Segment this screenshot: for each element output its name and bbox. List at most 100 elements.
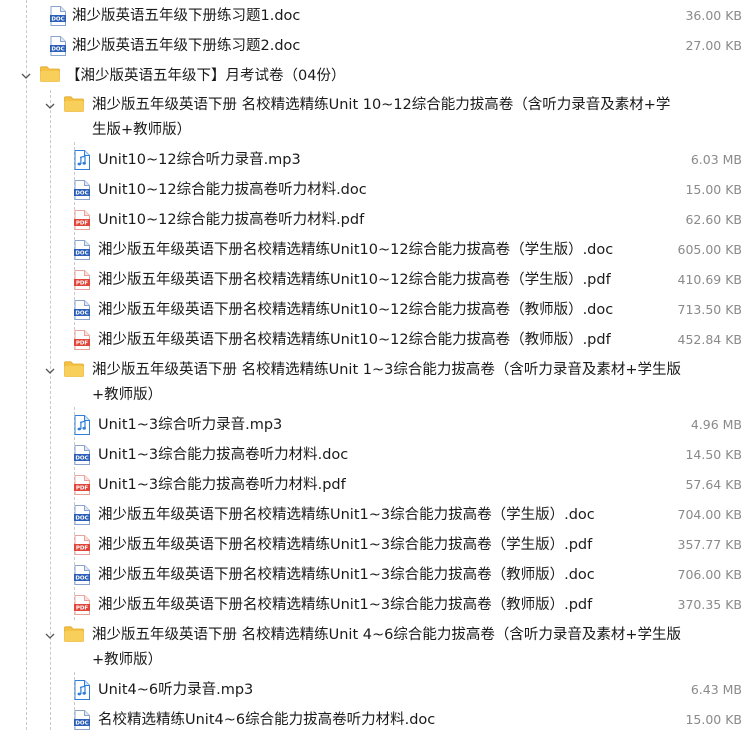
- doc-icon-label: DOC: [75, 311, 88, 317]
- folder-row-unit10-12[interactable]: 湘少版五年级英语下册 名校精选精练Unit 10~12综合能力拔高卷（含听力录音…: [0, 91, 748, 143]
- doc-icon-label: DOC: [75, 516, 88, 522]
- folder-name: 湘少版五年级英语下册 名校精选精练Unit 10~12综合能力拔高卷（含听力录音…: [92, 97, 671, 138]
- file-size: 27.00 KB: [685, 38, 742, 53]
- file-name: 湘少版五年级英语下册名校精选精练Unit10~12综合能力拔高卷（学生版）.pd…: [98, 272, 611, 288]
- file-size: 357.77 KB: [677, 537, 742, 552]
- file-name: Unit10~12综合能力拔高卷听力材料.doc: [98, 182, 367, 198]
- file-name: 湘少版五年级英语下册名校精选精练Unit1~3综合能力拔高卷（学生版）.doc: [98, 507, 595, 523]
- audio-file-icon: [74, 150, 90, 170]
- doc-icon-label: DOC: [75, 576, 88, 582]
- pdf-file-icon: PDF: [74, 535, 90, 555]
- file-row[interactable]: Unit10~12综合听力录音.mp3 6.03 MB: [0, 145, 748, 175]
- folder-name: 湘少版五年级英语下册 名校精选精练Unit 1~3综合能力拔高卷（含听力录音及素…: [92, 362, 681, 403]
- file-name: Unit1~3综合听力录音.mp3: [98, 417, 283, 433]
- file-name: 湘少版五年级英语下册名校精选精练Unit1~3综合能力拔高卷（学生版）.pdf: [98, 537, 593, 553]
- folder-icon: [64, 96, 84, 112]
- file-row[interactable]: DOC 湘少版五年级英语下册名校精选精练Unit10~12综合能力拔高卷（学生版…: [0, 235, 748, 265]
- file-row[interactable]: PDF Unit10~12综合能力拔高卷听力材料.pdf 62.60 KB: [0, 205, 748, 235]
- file-size: 704.00 KB: [677, 507, 742, 522]
- file-row[interactable]: DOC 湘少版英语五年级下册练习题2.doc 27.00 KB: [0, 31, 748, 61]
- doc-icon-label: DOC: [51, 47, 64, 53]
- file-row[interactable]: DOC 名校精选精练Unit4~6综合能力拔高卷听力材料.doc 15.00 K…: [0, 705, 748, 730]
- file-name: Unit10~12综合听力录音.mp3: [98, 152, 301, 168]
- pdf-icon-label: PDF: [76, 221, 89, 227]
- file-name: Unit1~3综合能力拔高卷听力材料.pdf: [98, 477, 346, 493]
- doc-icon-label: DOC: [75, 191, 88, 197]
- folder-icon: [64, 361, 84, 377]
- file-size: 6.03 MB: [690, 152, 742, 167]
- folder-icon: [40, 66, 60, 82]
- folder-row-unit1-3[interactable]: 湘少版五年级英语下册 名校精选精练Unit 1~3综合能力拔高卷（含听力录音及素…: [0, 356, 748, 408]
- doc-file-icon: DOC: [74, 710, 90, 730]
- file-name: 湘少版五年级英语下册名校精选精练Unit1~3综合能力拔高卷（教师版）.pdf: [98, 597, 593, 613]
- file-size: 15.00 KB: [685, 712, 742, 727]
- file-row[interactable]: PDF 湘少版五年级英语下册名校精选精练Unit1~3综合能力拔高卷（教师版）.…: [0, 590, 748, 620]
- pdf-file-icon: PDF: [74, 595, 90, 615]
- doc-file-icon: DOC: [74, 505, 90, 525]
- file-size: 4.96 MB: [690, 417, 742, 432]
- doc-file-icon: DOC: [74, 300, 90, 320]
- file-size: 713.50 KB: [677, 302, 742, 317]
- file-row[interactable]: PDF 湘少版五年级英语下册名校精选精练Unit1~3综合能力拔高卷（学生版）.…: [0, 530, 748, 560]
- pdf-file-icon: PDF: [74, 475, 90, 495]
- file-row[interactable]: DOC 湘少版五年级英语下册名校精选精练Unit1~3综合能力拔高卷（教师版）.…: [0, 560, 748, 590]
- file-size: 605.00 KB: [677, 242, 742, 257]
- doc-icon-label: DOC: [51, 17, 64, 23]
- file-name: 湘少版英语五年级下册练习题2.doc: [72, 38, 301, 54]
- chevron-down-icon[interactable]: [20, 70, 32, 82]
- pdf-icon-label: PDF: [76, 486, 89, 492]
- file-size: 410.69 KB: [677, 272, 742, 287]
- pdf-icon-label: PDF: [76, 606, 89, 612]
- doc-icon-label: DOC: [75, 456, 88, 462]
- folder-row-unit4-6[interactable]: 湘少版五年级英语下册 名校精选精练Unit 4~6综合能力拔高卷（含听力录音及素…: [0, 621, 748, 673]
- file-name: Unit10~12综合能力拔高卷听力材料.pdf: [98, 212, 365, 228]
- file-size: 15.00 KB: [685, 182, 742, 197]
- file-row[interactable]: DOC 湘少版英语五年级下册练习题1.doc 36.00 KB: [0, 1, 748, 31]
- file-name: 湘少版五年级英语下册名校精选精练Unit1~3综合能力拔高卷（教师版）.doc: [98, 567, 595, 583]
- file-size: 62.60 KB: [685, 212, 742, 227]
- file-size: 57.64 KB: [685, 477, 742, 492]
- chevron-down-icon[interactable]: [44, 100, 56, 112]
- folder-name: 湘少版五年级英语下册 名校精选精练Unit 4~6综合能力拔高卷（含听力录音及素…: [92, 627, 681, 668]
- file-row[interactable]: DOC 湘少版五年级英语下册名校精选精练Unit10~12综合能力拔高卷（教师版…: [0, 295, 748, 325]
- folder-icon: [64, 626, 84, 642]
- doc-file-icon: DOC: [74, 180, 90, 200]
- file-name: 名校精选精练Unit4~6综合能力拔高卷听力材料.doc: [98, 712, 436, 728]
- doc-file-icon: DOC: [50, 36, 66, 56]
- doc-file-icon: DOC: [74, 240, 90, 260]
- file-name: Unit1~3综合能力拔高卷听力材料.doc: [98, 447, 349, 463]
- doc-icon-label: DOC: [75, 721, 88, 727]
- file-row[interactable]: Unit4~6听力录音.mp3 6.43 MB: [0, 675, 748, 705]
- file-row[interactable]: PDF Unit1~3综合能力拔高卷听力材料.pdf 57.64 KB: [0, 470, 748, 500]
- pdf-file-icon: PDF: [74, 270, 90, 290]
- file-size: 6.43 MB: [690, 682, 742, 697]
- chevron-down-icon[interactable]: [44, 365, 56, 377]
- pdf-icon-label: PDF: [76, 546, 89, 552]
- chevron-down-icon[interactable]: [44, 630, 56, 642]
- pdf-icon-label: PDF: [76, 281, 89, 287]
- file-row[interactable]: DOC 湘少版五年级英语下册名校精选精练Unit1~3综合能力拔高卷（学生版）.…: [0, 500, 748, 530]
- file-name: 湘少版五年级英语下册名校精选精练Unit10~12综合能力拔高卷（教师版）.pd…: [98, 332, 611, 348]
- doc-icon-label: DOC: [75, 251, 88, 257]
- pdf-file-icon: PDF: [74, 210, 90, 230]
- file-name: 湘少版五年级英语下册名校精选精练Unit10~12综合能力拔高卷（教师版）.do…: [98, 302, 614, 318]
- file-row[interactable]: PDF 湘少版五年级英语下册名校精选精练Unit10~12综合能力拔高卷（学生版…: [0, 265, 748, 295]
- doc-file-icon: DOC: [74, 445, 90, 465]
- file-name: 湘少版五年级英语下册名校精选精练Unit10~12综合能力拔高卷（学生版）.do…: [98, 242, 614, 258]
- audio-file-icon: [74, 680, 90, 700]
- file-size: 36.00 KB: [685, 8, 742, 23]
- file-row[interactable]: DOC Unit10~12综合能力拔高卷听力材料.doc 15.00 KB: [0, 175, 748, 205]
- doc-file-icon: DOC: [50, 6, 66, 26]
- file-row[interactable]: Unit1~3综合听力录音.mp3 4.96 MB: [0, 410, 748, 440]
- pdf-icon-label: PDF: [76, 341, 89, 347]
- file-size: 370.35 KB: [677, 597, 742, 612]
- file-size: 14.50 KB: [685, 447, 742, 462]
- file-name: 湘少版英语五年级下册练习题1.doc: [72, 8, 301, 24]
- pdf-file-icon: PDF: [74, 330, 90, 350]
- folder-row-root[interactable]: 【湘少版英语五年级下】月考试卷（04份）: [0, 61, 748, 91]
- doc-file-icon: DOC: [74, 565, 90, 585]
- file-row[interactable]: PDF 湘少版五年级英语下册名校精选精练Unit10~12综合能力拔高卷（教师版…: [0, 325, 748, 355]
- file-name: Unit4~6听力录音.mp3: [98, 682, 254, 698]
- file-row[interactable]: DOC Unit1~3综合能力拔高卷听力材料.doc 14.50 KB: [0, 440, 748, 470]
- audio-file-icon: [74, 415, 90, 435]
